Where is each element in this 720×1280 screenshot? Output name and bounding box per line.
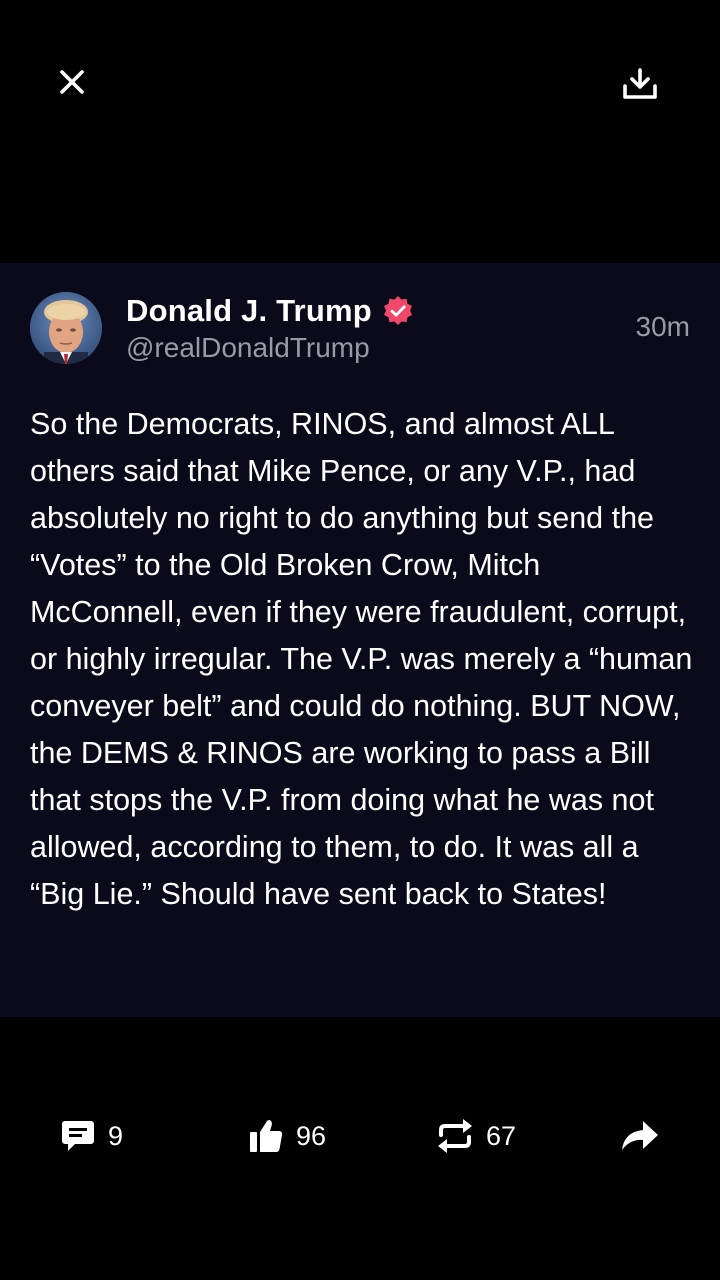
close-button[interactable]	[48, 58, 96, 106]
close-icon	[60, 70, 84, 94]
author-handle[interactable]: @realDonaldTrump	[126, 332, 370, 364]
retruth-count: 67	[486, 1120, 517, 1151]
reply-button[interactable]: 9	[60, 1108, 123, 1164]
reply-count: 9	[108, 1120, 124, 1151]
post-card: Donald J. Trump @realDonaldTrump 30m So …	[0, 263, 720, 1017]
post-viewer-screen: Donald J. Trump @realDonaldTrump 30m So …	[0, 0, 720, 1280]
verified-badge-icon	[382, 295, 414, 327]
share-button[interactable]	[620, 1108, 660, 1164]
avatar-image	[30, 292, 102, 364]
like-count: 96	[296, 1120, 327, 1151]
author-name-row: Donald J. Trump	[126, 289, 414, 333]
share-arrow-icon	[622, 1121, 658, 1150]
post-timestamp: 30m	[635, 311, 690, 342]
post-text: So the Democrats, RINOS, and almost ALL …	[30, 407, 693, 911]
download-button[interactable]	[614, 58, 666, 110]
avatar[interactable]	[30, 292, 102, 364]
retruth-button[interactable]: 67	[436, 1108, 516, 1164]
thumbs-up-icon	[250, 1120, 283, 1152]
comment-icon	[62, 1121, 94, 1151]
action-bar: 9 96 67	[0, 1108, 720, 1164]
like-button[interactable]: 96	[248, 1108, 326, 1164]
repost-icon	[438, 1119, 472, 1153]
author-name[interactable]: Donald J. Trump	[126, 293, 372, 329]
download-icon	[623, 68, 657, 99]
top-bar	[0, 0, 720, 160]
